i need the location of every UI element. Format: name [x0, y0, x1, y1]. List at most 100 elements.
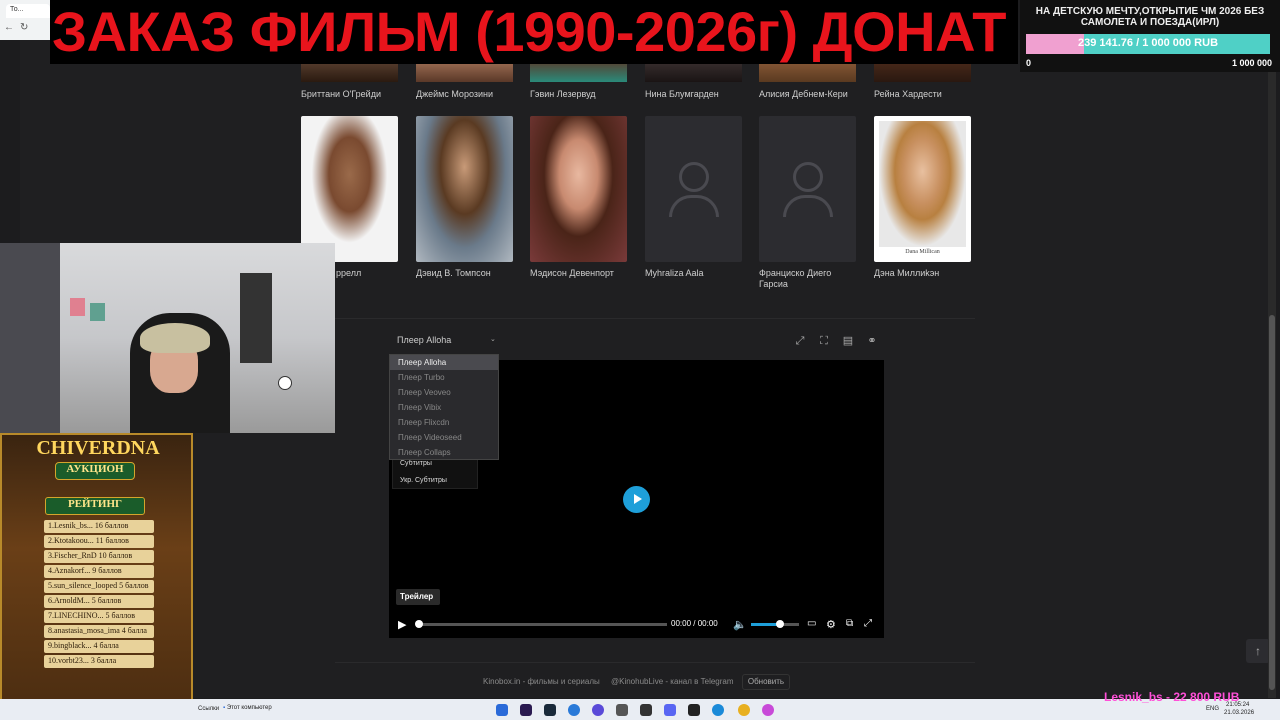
cast-name[interactable]: Myhraliza Aala — [645, 268, 745, 279]
person-icon — [668, 161, 719, 217]
play-icon[interactable]: ▶ — [398, 618, 406, 631]
language-indicator[interactable]: ENG — [1206, 706, 1219, 712]
app-icon[interactable] — [762, 704, 774, 716]
player-option[interactable]: Плеер Vibix — [390, 400, 498, 415]
divider — [335, 662, 975, 663]
progress-bar[interactable] — [418, 623, 667, 626]
person-icon — [782, 161, 833, 217]
obs-icon[interactable] — [688, 704, 700, 716]
cast-name[interactable]: Нина Блумгарден — [645, 89, 745, 100]
player-option[interactable]: Плеер Alloha — [390, 355, 498, 370]
gear-icon[interactable]: ⚙ — [826, 618, 836, 631]
player-option[interactable]: Плеер Turbo — [390, 370, 498, 385]
cast-photo[interactable] — [416, 116, 513, 262]
cast-name[interactable]: Франциско Диего Гарсиа — [759, 268, 849, 290]
rating-item: 2.Ktotakoou... 11 баллов — [44, 535, 154, 548]
cast-name[interactable]: Бриттани О'Грейди — [301, 89, 401, 100]
fullscreen-icon[interactable]: ⛶ — [816, 333, 832, 349]
app-icon[interactable] — [640, 704, 652, 716]
goal-max: 1 000 000 — [1232, 58, 1273, 68]
fullscreen-icon[interactable]: ⤢ — [864, 618, 872, 629]
play-button[interactable] — [623, 486, 650, 513]
goal-min: 0 — [1026, 58, 1032, 68]
settings-icon[interactable] — [616, 704, 628, 716]
subtitle-option[interactable]: Укр. Субтитры — [393, 474, 477, 490]
player-option[interactable]: Плеер Videoseed — [390, 430, 498, 445]
rating-item: 3.Fischer_RnD 10 баллов — [44, 550, 154, 563]
premiere-icon[interactable] — [520, 704, 532, 716]
time-display: 00:00 / 00:00 — [671, 619, 718, 628]
cast-name[interactable]: Рейна Хардести — [874, 89, 974, 100]
chevron-down-icon: ⌄ — [490, 336, 496, 343]
browser-nav-icons[interactable]: ←↻ — [4, 22, 34, 33]
cast-photo[interactable] — [301, 116, 398, 262]
volume-icon[interactable]: 🔈 — [733, 618, 747, 631]
windows-icon[interactable] — [496, 704, 508, 716]
footer-link[interactable]: @KinohubLive - канал в Telegram — [611, 677, 734, 686]
comment-icon[interactable]: ▤ — [840, 333, 856, 349]
trailer-badge: Трейлер — [396, 589, 440, 605]
cast-name[interactable]: Дэвид В. Томпсон — [416, 268, 516, 279]
rating-item: 5.sun_silence_looped 5 баллов — [44, 580, 154, 593]
rating-item: 7.LINECHINO... 5 баллов — [44, 610, 154, 623]
link-icon[interactable]: ⚭ — [864, 333, 880, 349]
cast-photo[interactable] — [530, 116, 627, 262]
expand-icon[interactable]: ⤢ — [792, 333, 808, 349]
cast-name[interactable]: ррелл — [336, 268, 396, 279]
cast-photo[interactable]: Dana Millican — [874, 116, 971, 262]
steam-icon[interactable] — [544, 704, 556, 716]
rating-item: 4.Aznakorf... 9 баллов — [44, 565, 154, 578]
time-current: 00:00 — [671, 619, 692, 628]
footer-link[interactable]: Kinobox.in - фильмы и сериалы — [483, 677, 600, 686]
player-option[interactable]: Плеер Collaps — [390, 445, 498, 460]
browser-tab[interactable]: То... — [6, 4, 50, 18]
cast-name[interactable]: Мэдисон Девенпорт — [530, 268, 630, 279]
discord-icon[interactable] — [664, 704, 676, 716]
player-select[interactable]: Плеер Alloha ⌄ — [390, 331, 498, 351]
computer-icon: ▪ — [223, 705, 226, 711]
progress-handle[interactable] — [415, 620, 423, 628]
rating-title: РЕЙТИНГ — [45, 497, 145, 515]
rating-item: 1.Lesnik_bs... 16 баллов — [44, 520, 154, 533]
cast-photo-placeholder[interactable] — [759, 116, 856, 262]
app-icon[interactable] — [592, 704, 604, 716]
player-option[interactable]: Плеер Veoveo — [390, 385, 498, 400]
time-separator: / — [693, 619, 696, 628]
edge-icon[interactable] — [712, 704, 724, 716]
refresh-button[interactable]: Обновить — [742, 674, 790, 690]
player-option[interactable]: Плеер Flixcdn — [390, 415, 498, 430]
rating-item: 9.bingblack... 4 балла — [44, 640, 154, 653]
cast-name[interactable]: Алисия Дебнем-Кери — [759, 89, 859, 100]
divider — [335, 318, 975, 319]
goal-title: НА ДЕТСКУЮ МЕЧТУ,ОТКРЫТИЕ ЧМ 2026 БЕЗ СА… — [1035, 6, 1265, 28]
rating-item: 8.anastasia_mosa_ima 4 балла — [44, 625, 154, 638]
clock-date[interactable]: 21.03.2026 — [1224, 710, 1254, 716]
chrome-icon[interactable] — [738, 704, 750, 716]
cast-name[interactable]: Дэна Миллиkэн — [874, 268, 974, 279]
pip-icon[interactable]: ⧉ — [846, 618, 853, 629]
player-dropdown: Плеер Alloha Плеер Turbo Плеер Veoveo Пл… — [389, 354, 499, 460]
app-icon[interactable] — [568, 704, 580, 716]
photo-caption: Dana Millican — [905, 249, 940, 255]
subtitles-menu: Субтитры Укр. Субтитры — [392, 456, 478, 489]
auction-title: CHIVERDNA — [36, 437, 160, 459]
rating-list: 1.Lesnik_bs... 16 баллов 2.Ktotakoou... … — [44, 520, 154, 670]
donation-alert: Lesnik_bs - 22 800 RUB — [1104, 690, 1240, 704]
player-select-label: Плеер Alloha — [397, 335, 452, 345]
webcam-feed — [0, 243, 335, 433]
arrow-up-icon[interactable]: ↑ — [1246, 639, 1270, 663]
subtitles-icon[interactable]: ▭ — [807, 618, 816, 629]
goal-amount: 239 141.76 / 1 000 000 RUB — [1077, 37, 1219, 49]
tab-label: То... — [10, 6, 24, 13]
time-total: 00:00 — [697, 619, 718, 628]
taskbar-this-pc[interactable]: ▪ Этот компьютер — [223, 705, 272, 711]
taskbar-links[interactable]: Ссылки — [198, 706, 219, 712]
rating-item: 6.ArnoldM... 5 баллов — [44, 595, 154, 608]
cast-photo-placeholder[interactable] — [645, 116, 742, 262]
cast-name[interactable]: Гэвин Лезервуд — [530, 89, 630, 100]
scrollbar-thumb[interactable] — [1269, 315, 1275, 690]
volume-handle[interactable] — [776, 620, 784, 628]
this-pc-label: Этот компьютер — [226, 705, 272, 711]
cast-name[interactable]: Джеймс Морозини — [416, 89, 516, 100]
stream-banner: ЗАКАЗ ФИЛЬМ (1990-2026г) ДОНАТ — [50, 0, 1018, 64]
